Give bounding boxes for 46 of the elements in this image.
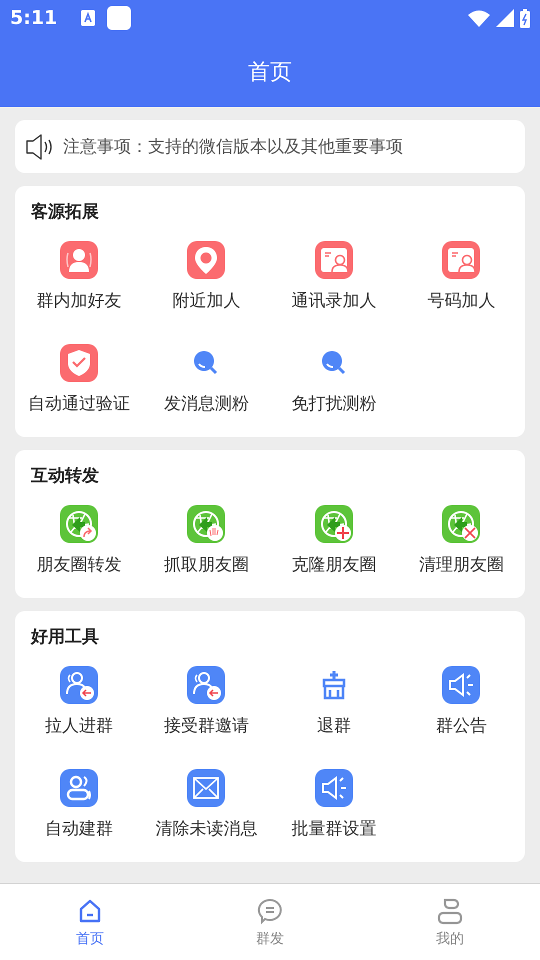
person-icon — [60, 241, 98, 279]
people-icon — [60, 769, 98, 807]
contact-card-icon — [314, 241, 353, 279]
status-time: 5:11 — [10, 7, 58, 29]
feature-button[interactable]: 自动通过验证 — [28, 344, 130, 415]
speaker-icon — [314, 769, 353, 807]
feature-button[interactable]: 号码加人 — [427, 241, 496, 312]
feature-button[interactable]: 通讯录加人 — [291, 241, 376, 312]
chat-bubble-icon — [255, 896, 285, 926]
keyboard-icon — [81, 10, 96, 26]
feature-button[interactable]: 接受群邀请 — [164, 666, 249, 737]
page-title: 首页 — [247, 58, 293, 86]
location-pin-icon — [187, 241, 226, 279]
shield-check-icon — [60, 344, 98, 382]
feature-button[interactable]: 批量群设置 — [291, 769, 376, 840]
aperture-hand-icon — [187, 505, 226, 543]
feature-button[interactable]: 附近加人 — [172, 241, 240, 312]
feature-button[interactable]: 拉人进群 — [44, 666, 113, 737]
wifi-icon — [468, 10, 490, 26]
nav-tab[interactable]: 群发 — [180, 884, 360, 960]
feature-button[interactable]: 群内加好友 — [36, 241, 122, 312]
battery-icon — [520, 8, 530, 28]
user-icon — [435, 896, 465, 926]
signal-icon — [496, 9, 514, 27]
feature-button[interactable]: 退群 — [314, 666, 353, 737]
section-title: 客源拓展 — [31, 201, 100, 223]
app-notification-icon — [107, 6, 132, 30]
speaker-icon — [442, 666, 480, 704]
aperture-plus-icon — [314, 505, 353, 543]
feature-button[interactable]: 清理朋友圈 — [418, 505, 504, 576]
feature-button[interactable]: 自动建群 — [44, 769, 113, 840]
envelope-icon — [187, 769, 226, 807]
feature-button[interactable]: 免打扰测粉 — [291, 344, 376, 415]
nav-tab[interactable]: 我的 — [360, 884, 540, 960]
section-title: 互动转发 — [31, 465, 100, 487]
nav-tab[interactable]: 首页 — [0, 884, 180, 960]
feature-button[interactable]: 清除未读消息 — [155, 769, 258, 840]
notice-text: 注意事项：支持的微信版本以及其他重要事项 — [63, 136, 403, 158]
feature-button[interactable]: 克隆朋友圈 — [291, 505, 376, 576]
aperture-cross-icon — [442, 505, 480, 543]
feature-button[interactable]: 群公告 — [436, 666, 487, 737]
section-title: 好用工具 — [31, 626, 100, 648]
feature-button[interactable]: 抓取朋友圈 — [164, 505, 249, 576]
contact-card-icon — [442, 241, 480, 279]
feature-button[interactable]: 发消息测粉 — [164, 344, 249, 415]
feature-button[interactable]: 朋友圈转发 — [36, 505, 122, 576]
